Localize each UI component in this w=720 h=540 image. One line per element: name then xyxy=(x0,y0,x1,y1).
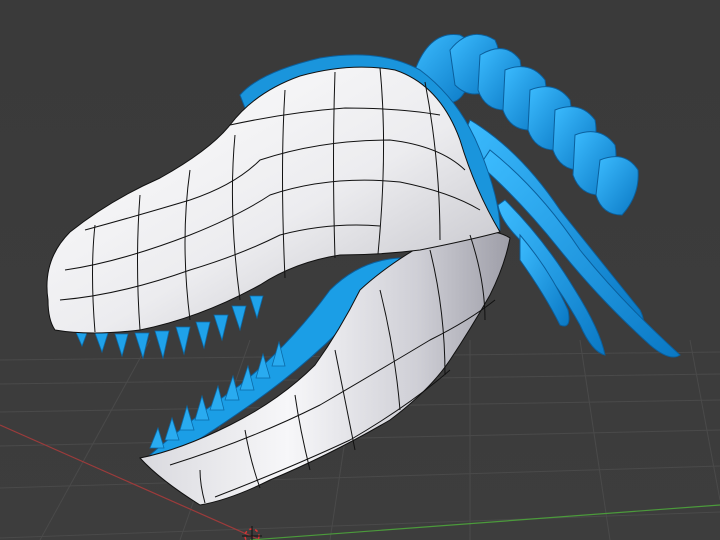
3d-viewport[interactable] xyxy=(0,0,720,540)
viewport-canvas[interactable] xyxy=(0,0,720,540)
y-axis-line xyxy=(249,504,720,540)
3d-cursor-icon[interactable] xyxy=(242,526,262,540)
